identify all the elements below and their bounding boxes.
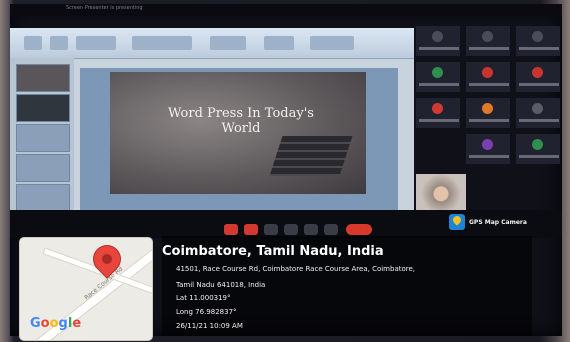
camera-off-button[interactable] [244, 224, 258, 235]
powerpoint-window: Word Press In Today's World [10, 28, 414, 214]
avatar [432, 103, 443, 114]
ribbon-group-icon [76, 36, 116, 50]
slide-title: Word Press In Today's World [156, 106, 326, 136]
avatar [532, 31, 543, 42]
participant-name [519, 155, 559, 158]
ribbon-group-icon [210, 36, 246, 50]
avatar [482, 31, 493, 42]
captions-button[interactable] [264, 224, 278, 235]
end-call-button[interactable] [346, 224, 372, 235]
raise-hand-button[interactable] [284, 224, 298, 235]
avatar [432, 67, 443, 78]
slide-title-line: World [221, 121, 261, 136]
participant-name [469, 155, 509, 158]
participant-tile[interactable] [466, 26, 510, 56]
participant-tile[interactable] [516, 62, 560, 92]
current-slide: Word Press In Today's World [110, 72, 366, 194]
participant-name [469, 83, 509, 86]
map-thumbnail: Race Course Rd Google [20, 238, 152, 340]
slide-thumbnail [16, 64, 70, 92]
google-logo: Google [30, 316, 82, 331]
avatar [532, 103, 543, 114]
participant-tile[interactable] [516, 134, 560, 164]
avatar [532, 67, 543, 78]
participant-name [469, 47, 509, 50]
participant-tile[interactable] [416, 98, 460, 128]
participant-tile[interactable] [416, 62, 460, 92]
ribbon-button-icon [50, 36, 68, 50]
presenter-notice: Screen Presenter is presenting [66, 5, 143, 11]
latitude: Lat 11.000319° [176, 294, 231, 302]
address-line: Tamil Nadu 641018, India [176, 281, 266, 289]
present-button[interactable] [304, 224, 318, 235]
avatar [432, 31, 443, 42]
participant-name [469, 119, 509, 122]
slide-thumbnail [16, 94, 70, 122]
participant-name [419, 119, 459, 122]
participant-tile[interactable] [516, 26, 560, 56]
longitude: Long 76.982837° [176, 308, 237, 316]
participant-tile[interactable] [466, 134, 510, 164]
avatar [482, 139, 493, 150]
participant-name [419, 47, 459, 50]
photo: Screen Presenter is presenting Word Pres… [0, 0, 570, 342]
ribbon-button-icon [24, 36, 42, 50]
avatar [482, 103, 493, 114]
participant-name [519, 47, 559, 50]
slide-canvas: Word Press In Today's World [80, 68, 398, 210]
participant-tile[interactable] [416, 26, 460, 56]
participant-name [519, 83, 559, 86]
slide-title-line: Word Press In Today's [168, 106, 314, 121]
participant-name [419, 83, 459, 86]
books-image [269, 136, 353, 176]
meeting-topbar: Screen Presenter is presenting [10, 4, 562, 16]
mic-off-button[interactable] [224, 224, 238, 235]
participant-name [519, 119, 559, 122]
gps-map-camera-badge: GPS Map Camera [449, 213, 527, 231]
location-title: Coimbatore, Tamil Nadu, India [162, 244, 384, 259]
timestamp: 26/11/21 10:09 AM [176, 322, 243, 330]
participant-tile[interactable] [466, 98, 510, 128]
address-line: 41501, Race Course Rd, Coimbatore Race C… [176, 265, 416, 273]
slide-thumbnail [16, 154, 70, 182]
gps-badge-label: GPS Map Camera [469, 218, 527, 226]
ribbon-group-icon [310, 36, 354, 50]
ribbon [10, 28, 414, 59]
avatar [532, 139, 543, 150]
participant-tile[interactable] [516, 98, 560, 128]
avatar [482, 67, 493, 78]
slide-thumbnail [16, 124, 70, 152]
participants-grid [416, 26, 562, 222]
participant-tile[interactable] [466, 62, 510, 92]
location-overlay: Coimbatore, Tamil Nadu, India 41501, Rac… [162, 236, 532, 336]
slide-thumbnail [16, 184, 70, 212]
slide-thumbnails [10, 58, 74, 214]
map-pin-icon [449, 214, 465, 230]
ribbon-group-icon [132, 36, 192, 50]
more-options-button[interactable] [324, 224, 338, 235]
ribbon-group-icon [264, 36, 294, 50]
